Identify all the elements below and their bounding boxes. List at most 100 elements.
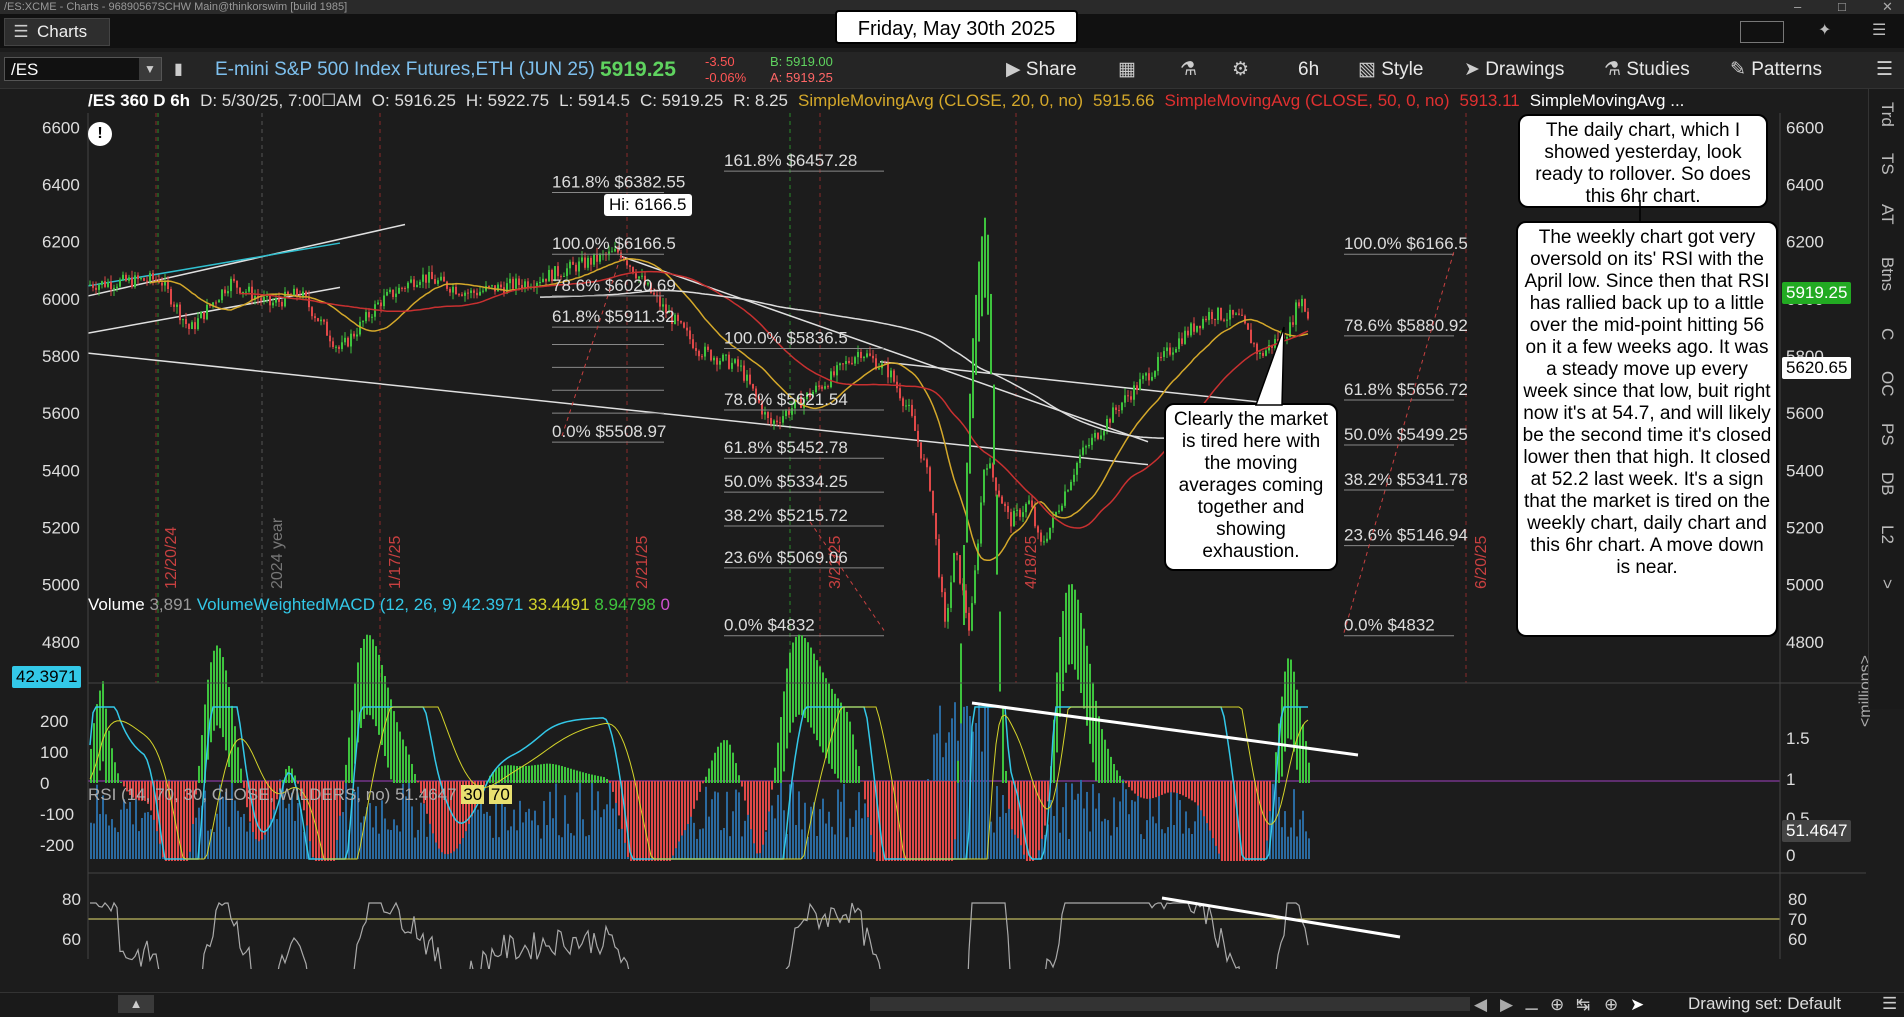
candle-body (518, 279, 520, 285)
patterns-button[interactable]: ✎ Patterns (1730, 52, 1822, 88)
candle-body (383, 295, 385, 306)
symbol-input[interactable]: /ES ▼ (4, 57, 162, 81)
collapse-icon[interactable]: ▲ (118, 995, 154, 1013)
candle-body (1148, 373, 1150, 380)
sidebar-expand-icon[interactable]: > (1869, 559, 1904, 609)
macd-hist-bar (1128, 781, 1130, 787)
pointer-icon[interactable]: ➤ (1630, 995, 1644, 1015)
style-button[interactable]: ▧ Style (1358, 52, 1423, 88)
share-button[interactable]: ▶ Share (1006, 52, 1077, 88)
drawings-button[interactable]: ➤ Drawings (1464, 52, 1564, 88)
macd-hist-bar (237, 747, 239, 783)
candle-body (386, 292, 388, 296)
volume-bar (1089, 831, 1091, 859)
sidebar-item-l2[interactable]: L2 (1869, 509, 1904, 559)
menu-more-icon[interactable]: ☰ (1876, 52, 1893, 88)
volume-bar (417, 830, 419, 859)
macd-hist-bar (873, 781, 875, 852)
pin-icon[interactable]: ✦ (1818, 20, 1831, 40)
tab-charts[interactable]: ☰Charts (4, 18, 110, 46)
macd-hist-bar (507, 765, 509, 783)
macd-hist-bar (966, 463, 968, 543)
studies-button[interactable]: ⚗ Studies (1604, 52, 1690, 88)
volume-bar (996, 786, 998, 859)
volume-bar (93, 823, 95, 859)
volume-bar (1122, 780, 1124, 859)
macd-hist-bar (684, 781, 686, 830)
macd-hist-bar (996, 495, 998, 575)
menu-icon[interactable]: ☰ (1872, 20, 1886, 40)
drawing-set-menu-icon[interactable]: ☰ (1882, 994, 1897, 1014)
close-icon[interactable]: ✕ (1878, 0, 1893, 14)
candle-body (824, 386, 826, 389)
gear-icon[interactable]: ⚙ (1232, 52, 1249, 88)
volume-bar (105, 814, 107, 859)
pan-icon[interactable]: ↹ (1576, 995, 1590, 1015)
horizontal-scrollbar[interactable] (870, 997, 1470, 1011)
volume-bar (294, 821, 296, 859)
crosshair-icon[interactable]: ⊕ (1604, 995, 1618, 1015)
scroll-left-icon[interactable]: ◀ (1474, 995, 1487, 1015)
flask-icon[interactable]: ⚗ (1180, 52, 1197, 88)
last-price: 5919.25 (600, 52, 676, 88)
sidebar-item-btns[interactable]: Btns (1869, 239, 1904, 309)
sidebar-item-ps[interactable]: PS (1869, 409, 1904, 459)
minimize-icon[interactable]: – (1790, 0, 1801, 14)
candle-body (1079, 455, 1081, 463)
link-icon[interactable]: ▮ (174, 52, 183, 88)
macd-hist-bar (600, 776, 602, 783)
sidebar-item-oc[interactable]: OC (1869, 359, 1904, 409)
macd-hist-bar (1281, 697, 1283, 777)
macd-hist-bar (591, 775, 593, 783)
candle-body (110, 282, 112, 289)
macd-hist-bar (687, 781, 689, 824)
candle-body (1208, 312, 1210, 320)
chevron-down-icon[interactable]: ▼ (139, 58, 161, 80)
macd-hist-bar (408, 755, 410, 783)
zoom-out-icon[interactable]: ⚊ (1524, 995, 1539, 1015)
zoom-in-icon[interactable]: ⊕ (1550, 995, 1564, 1015)
alert-icon[interactable]: ! (88, 122, 112, 146)
volume-bar (1083, 809, 1085, 859)
macd-hist-bar (387, 688, 389, 768)
sidebar-item-at[interactable]: AT (1869, 189, 1904, 239)
candle-body (1178, 338, 1180, 349)
sidebar-item-c[interactable]: C (1869, 309, 1904, 359)
macd-hist-bar (696, 781, 698, 800)
scroll-right-icon[interactable]: ▶ (1500, 995, 1513, 1015)
candle-body (389, 290, 391, 292)
news-icon[interactable]: ▦ (1118, 52, 1136, 88)
volume-bar (399, 832, 401, 859)
candle-body (1151, 377, 1153, 380)
layout-box[interactable] (1740, 21, 1784, 43)
sidebar-item-db[interactable]: DB (1869, 459, 1904, 509)
macd-hist-bar (1029, 781, 1031, 861)
sidebar-item-trd[interactable]: Trd (1869, 89, 1904, 139)
candle-body (1085, 446, 1087, 447)
candle-body (401, 288, 403, 289)
macd-hist-bar (531, 765, 533, 783)
candle-body (971, 603, 973, 630)
macd-hist-bar (369, 635, 371, 715)
macd-hist-bar (822, 672, 824, 752)
sidebar-item-ts[interactable]: TS (1869, 139, 1904, 189)
volume-bar (1110, 836, 1112, 859)
candle-body (233, 279, 235, 281)
macd-hist-bar (1179, 781, 1181, 794)
volume-bar (486, 812, 488, 859)
volume-bar (1116, 827, 1118, 859)
candle-body (1010, 512, 1012, 526)
macd-hist-bar (414, 774, 416, 783)
drawing-set-label[interactable]: Drawing set: Default (1688, 994, 1841, 1014)
macd-hist-bar (612, 781, 614, 792)
period-marker-label: 2/21/25 (634, 536, 651, 589)
macd-hist-bar (816, 660, 818, 740)
macd-hist-bar (1134, 781, 1136, 794)
macd-hist-bar (957, 761, 959, 783)
volume-tick: 0 (1786, 846, 1795, 865)
candle-body (1211, 312, 1213, 319)
volume-bar (732, 811, 734, 859)
macd-hist-bar (216, 645, 218, 725)
maximize-icon[interactable]: □ (1834, 0, 1846, 14)
timeframe-button[interactable]: 6h (1298, 52, 1319, 88)
